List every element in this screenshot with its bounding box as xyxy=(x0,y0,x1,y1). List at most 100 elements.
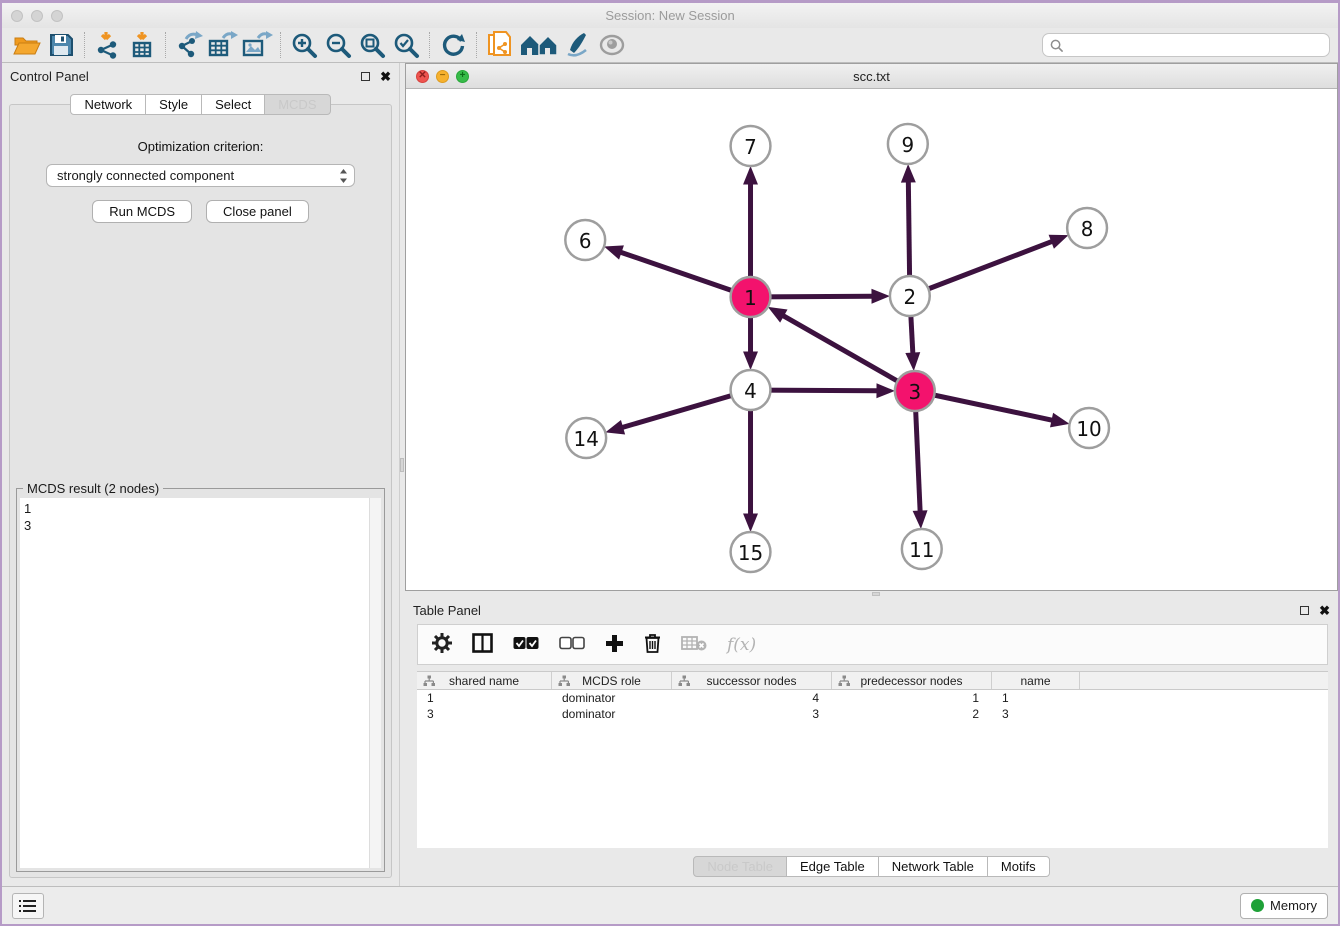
tab-network[interactable]: Network xyxy=(70,94,146,115)
control-panel-title: Control Panel xyxy=(10,69,89,84)
gear-icon xyxy=(432,633,452,653)
close-panel-icon[interactable]: ✖ xyxy=(380,72,391,81)
close-network-button[interactable]: ✕ xyxy=(416,70,429,83)
column-header-mcds-role[interactable]: MCDS role xyxy=(552,672,672,689)
column-header-successor-nodes[interactable]: successor nodes xyxy=(672,672,832,689)
result-scrollbar[interactable] xyxy=(369,498,381,868)
search-field[interactable] xyxy=(1042,33,1330,57)
table-settings-button[interactable] xyxy=(432,633,452,656)
export-network-icon xyxy=(174,31,204,59)
table-row[interactable]: 3dominator323 xyxy=(417,706,1328,722)
hierarchy-icon xyxy=(838,675,850,687)
columns-icon xyxy=(472,633,493,653)
zoom-fit-button[interactable] xyxy=(355,30,389,60)
select-all-button[interactable] xyxy=(513,636,539,653)
list-icon xyxy=(19,899,37,913)
close-panel-button[interactable]: Close panel xyxy=(206,200,309,223)
deselect-all-button[interactable] xyxy=(559,636,585,653)
import-table-button[interactable] xyxy=(125,30,159,60)
tab-edge-table[interactable]: Edge Table xyxy=(786,856,879,877)
run-mcds-button[interactable]: Run MCDS xyxy=(92,200,192,223)
tab-node-table[interactable]: Node Table xyxy=(693,856,787,877)
mcds-panel-body: Optimization criterion: strongly connect… xyxy=(9,104,392,878)
search-input[interactable] xyxy=(1068,38,1322,52)
graph-node-label: 2 xyxy=(904,285,917,309)
apply-style-button[interactable] xyxy=(561,30,595,60)
zoom-in-icon xyxy=(291,32,318,59)
memory-button[interactable]: Memory xyxy=(1240,893,1328,919)
criterion-dropdown[interactable]: strongly connected component xyxy=(46,164,355,187)
criterion-value: strongly connected component xyxy=(57,168,339,183)
show-task-history-button[interactable] xyxy=(12,893,44,919)
plus-icon xyxy=(605,634,624,653)
minimize-network-button[interactable]: − xyxy=(436,70,449,83)
dropdown-stepper-icon xyxy=(339,168,348,184)
network-canvas[interactable]: 7968124314101511 xyxy=(406,89,1337,590)
table-cell: 1 xyxy=(832,691,992,705)
graph-node-label: 7 xyxy=(744,135,757,159)
zoom-fit-icon xyxy=(359,32,386,59)
export-table-button[interactable] xyxy=(206,30,240,60)
table-cell: 2 xyxy=(832,707,992,721)
graph-node-label: 6 xyxy=(579,229,592,253)
refresh-view-button[interactable] xyxy=(436,30,470,60)
tab-select[interactable]: Select xyxy=(201,94,265,115)
column-header-name[interactable]: name xyxy=(992,672,1080,689)
tab-motifs[interactable]: Motifs xyxy=(987,856,1050,877)
column-header-predecessor-nodes[interactable]: predecessor nodes xyxy=(832,672,992,689)
table-cell: 3 xyxy=(992,707,1080,721)
save-session-button[interactable] xyxy=(44,30,78,60)
table-cell: dominator xyxy=(552,707,672,721)
app-window: Session: New Session xyxy=(0,0,1340,926)
network-window-title: scc.txt xyxy=(406,69,1337,84)
table-panel: Table Panel ✖ xyxy=(405,597,1338,886)
graph-node-label: 14 xyxy=(574,427,599,451)
table-row[interactable]: 1dominator411 xyxy=(417,690,1328,706)
show-hide-graphics-button[interactable] xyxy=(595,30,629,60)
open-session-button[interactable] xyxy=(10,30,44,60)
graph-edge-3-1[interactable] xyxy=(783,316,914,391)
open-folder-icon xyxy=(13,32,41,58)
mcds-result-box: MCDS result (2 nodes) 13 xyxy=(16,488,385,872)
mcds-result-text: 13 xyxy=(20,498,369,868)
delete-column-button[interactable] xyxy=(644,633,661,656)
table-cell: 3 xyxy=(417,707,552,721)
table-cell: 4 xyxy=(672,691,832,705)
first-neighbors-button[interactable] xyxy=(517,30,561,60)
unchecked-boxes-icon xyxy=(559,636,585,650)
float-panel-icon[interactable] xyxy=(361,72,370,81)
memory-button-label: Memory xyxy=(1270,898,1317,913)
tab-mcds[interactable]: MCDS xyxy=(264,94,330,115)
import-network-button[interactable] xyxy=(91,30,125,60)
function-builder-button[interactable]: f(x) xyxy=(727,635,756,655)
copy-network-icon xyxy=(486,30,514,60)
window-splitter[interactable] xyxy=(405,591,1338,597)
export-image-button[interactable] xyxy=(240,30,274,60)
table-cell: 1 xyxy=(417,691,552,705)
optimization-criterion-label: Optimization criterion: xyxy=(10,139,391,154)
panel-splitter[interactable] xyxy=(399,63,405,886)
column-header-shared-name[interactable]: shared name xyxy=(417,672,552,689)
close-table-panel-icon[interactable]: ✖ xyxy=(1319,606,1330,615)
tab-style[interactable]: Style xyxy=(145,94,202,115)
checked-boxes-icon xyxy=(513,636,539,650)
add-column-button[interactable] xyxy=(605,634,624,656)
tab-network-table[interactable]: Network Table xyxy=(878,856,988,877)
status-bar: Memory xyxy=(2,886,1338,924)
zoom-in-button[interactable] xyxy=(287,30,321,60)
control-panel: Control Panel ✖ Network Style Select MCD… xyxy=(2,63,399,886)
zoom-selected-button[interactable] xyxy=(389,30,423,60)
float-table-panel-icon[interactable] xyxy=(1300,606,1309,615)
export-network-button[interactable] xyxy=(172,30,206,60)
zoom-out-button[interactable] xyxy=(321,30,355,60)
houses-icon xyxy=(519,32,559,58)
column-visibility-button[interactable] xyxy=(472,633,493,656)
trash-icon xyxy=(644,633,661,653)
paintbrush-icon xyxy=(564,32,592,58)
new-network-from-selection-button[interactable] xyxy=(483,30,517,60)
graph-edge-2-8[interactable] xyxy=(910,242,1052,296)
delete-table-button[interactable] xyxy=(681,635,707,654)
mcds-result-title: MCDS result (2 nodes) xyxy=(23,481,163,496)
maximize-network-button[interactable]: + xyxy=(456,70,469,83)
network-window: ✕ − + scc.txt 7968124314101511 xyxy=(405,63,1338,591)
